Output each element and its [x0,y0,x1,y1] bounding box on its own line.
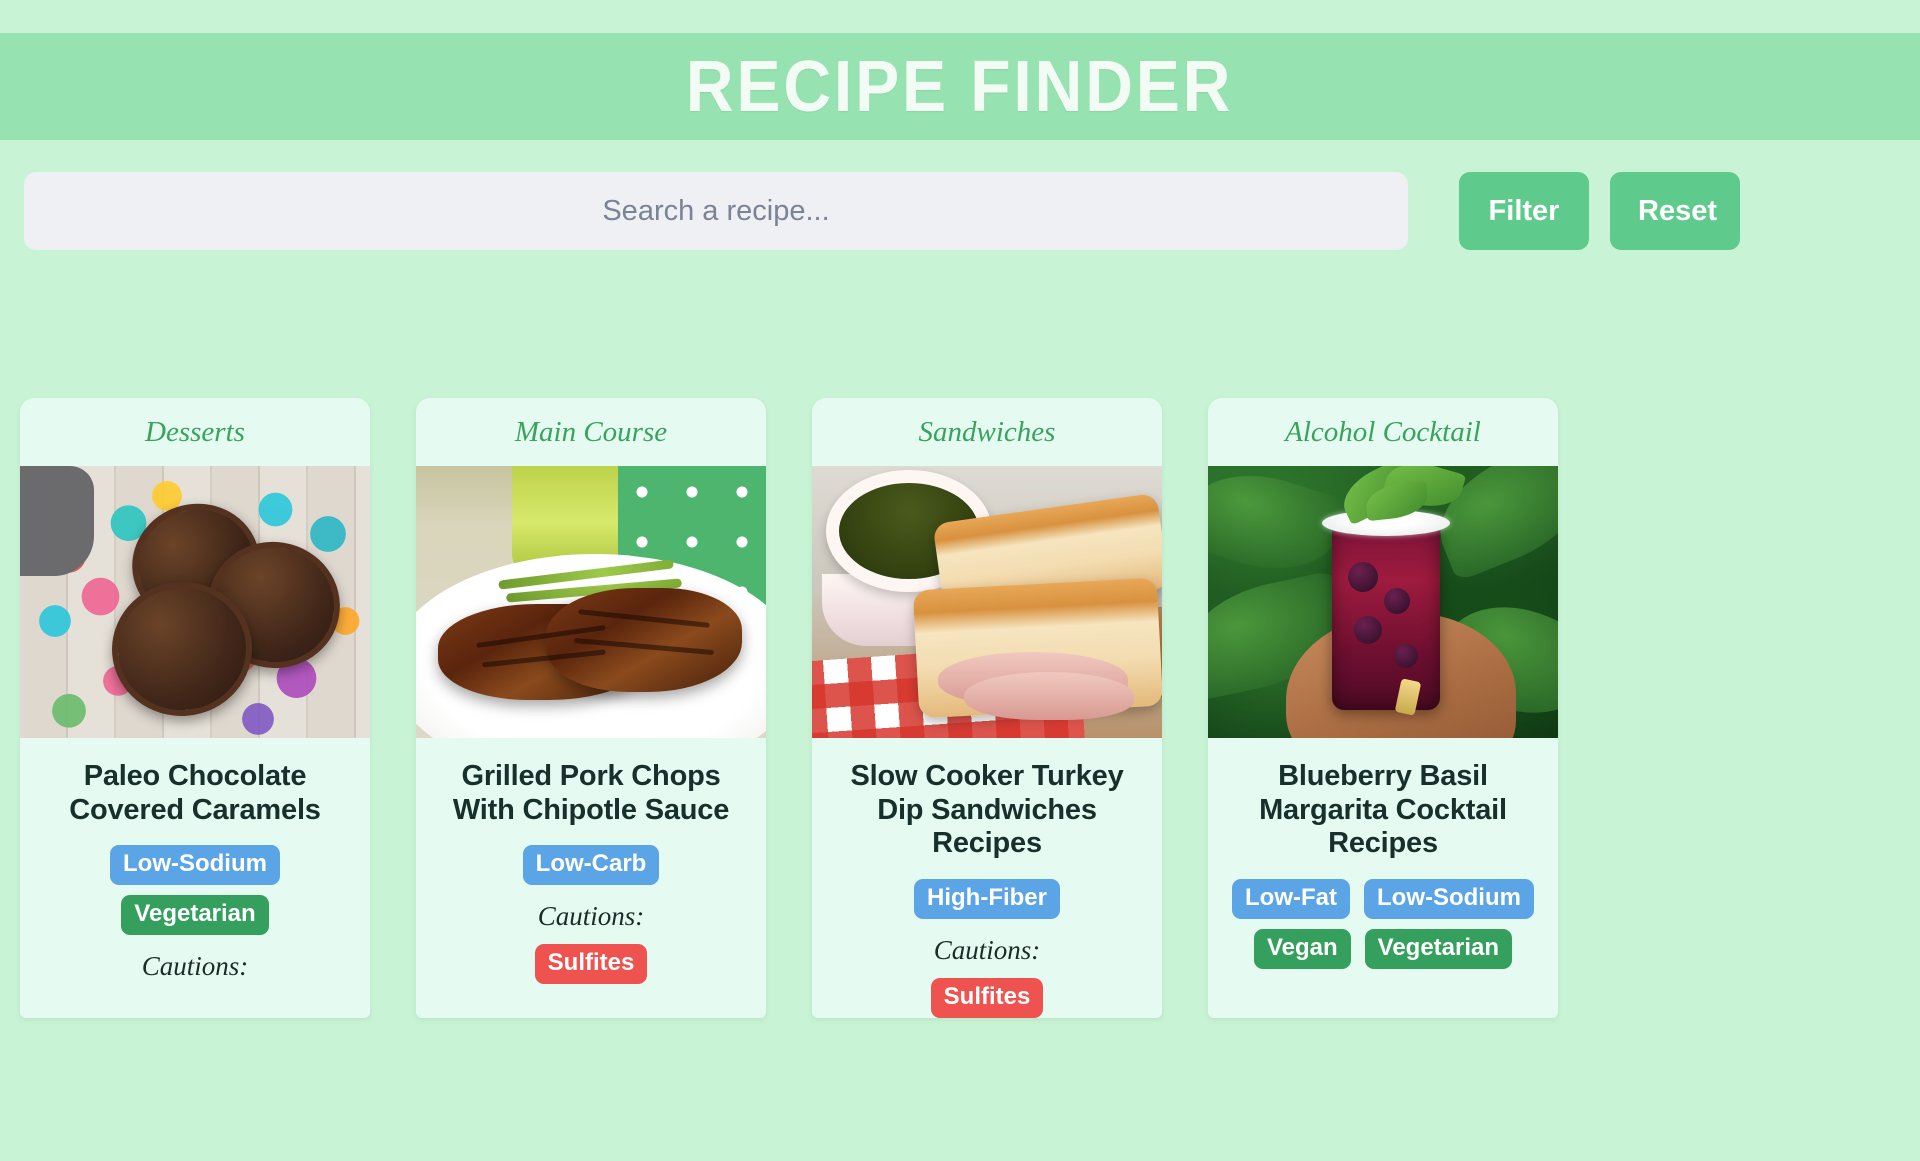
health-tag: Low-Fat [1232,878,1350,919]
recipe-card-body: Grilled Pork Chops With Chipotle Sauce L… [416,738,766,985]
recipe-card[interactable]: Sandwiches Slow Cooker Turkey Dip Sandwi… [812,398,1162,1018]
recipe-card-body: Blueberry Basil Margarita Cocktail Recip… [1208,738,1558,969]
health-tag: High-Fiber [914,878,1060,919]
health-tag-list: Low-Sodium Vegetarian [34,845,356,936]
recipe-image [20,466,370,738]
filter-button[interactable]: Filter [1459,172,1589,250]
health-tag: Low-Sodium [110,845,280,886]
caution-tag-list: Sulfites [930,977,1044,1018]
cautions-label: Cautions: [141,951,249,982]
search-toolbar: Filter Reset [0,172,1920,250]
caution-tag: Sulfites [534,944,648,985]
recipe-card[interactable]: Desserts Paleo Chocolate Covered Caramel… [20,398,370,1018]
recipe-category: Main Course [514,415,668,448]
health-tag: Low-Carb [522,845,660,886]
recipe-category: Desserts [145,415,245,448]
health-tag: Low-Sodium [1364,878,1534,919]
recipe-results-grid: Desserts Paleo Chocolate Covered Caramel… [20,398,1900,1018]
recipe-card[interactable]: Alcohol Cocktail Blueberry Basil Margari… [1208,398,1558,1018]
reset-button[interactable]: Reset [1610,172,1740,250]
recipe-title: Blueberry Basil Margarita Cocktail Recip… [1259,760,1507,860]
recipe-card-body: Paleo Chocolate Covered Caramels Low-Sod… [20,738,370,982]
cautions-label: Cautions: [537,901,645,932]
cautions-label: Cautions: [933,934,1041,965]
caution-tag: Sulfites [930,977,1044,1018]
recipe-title: Grilled Pork Chops With Chipotle Sauce [452,760,730,826]
caution-tag-list: Sulfites [534,944,648,985]
recipe-title: Slow Cooker Turkey Dip Sandwiches Recipe… [850,760,1124,860]
recipe-category: Alcohol Cocktail [1285,415,1481,448]
recipe-image [416,466,766,738]
health-tag: Vegetarian [121,895,269,936]
health-tag: Vegetarian [1364,928,1513,969]
recipe-title: Paleo Chocolate Covered Caramels [69,760,321,826]
page-title: RECIPE FINDER [686,46,1234,127]
recipe-image [812,466,1162,738]
search-input[interactable] [24,172,1408,250]
app-header-banner: RECIPE FINDER [0,33,1920,140]
recipe-card-body: Slow Cooker Turkey Dip Sandwiches Recipe… [812,738,1162,1018]
recipe-category: Sandwiches [918,415,1056,448]
recipe-image [1208,466,1558,738]
health-tag-list: Low-Carb [522,845,660,886]
health-tag-list: Low-Fat Low-Sodium Vegan Vegetarian [1222,878,1544,969]
health-tag: Vegan [1253,928,1351,969]
health-tag-list: High-Fiber [914,878,1060,919]
recipe-card[interactable]: Main Course Grilled Pork Chops With Chip… [416,398,766,1018]
